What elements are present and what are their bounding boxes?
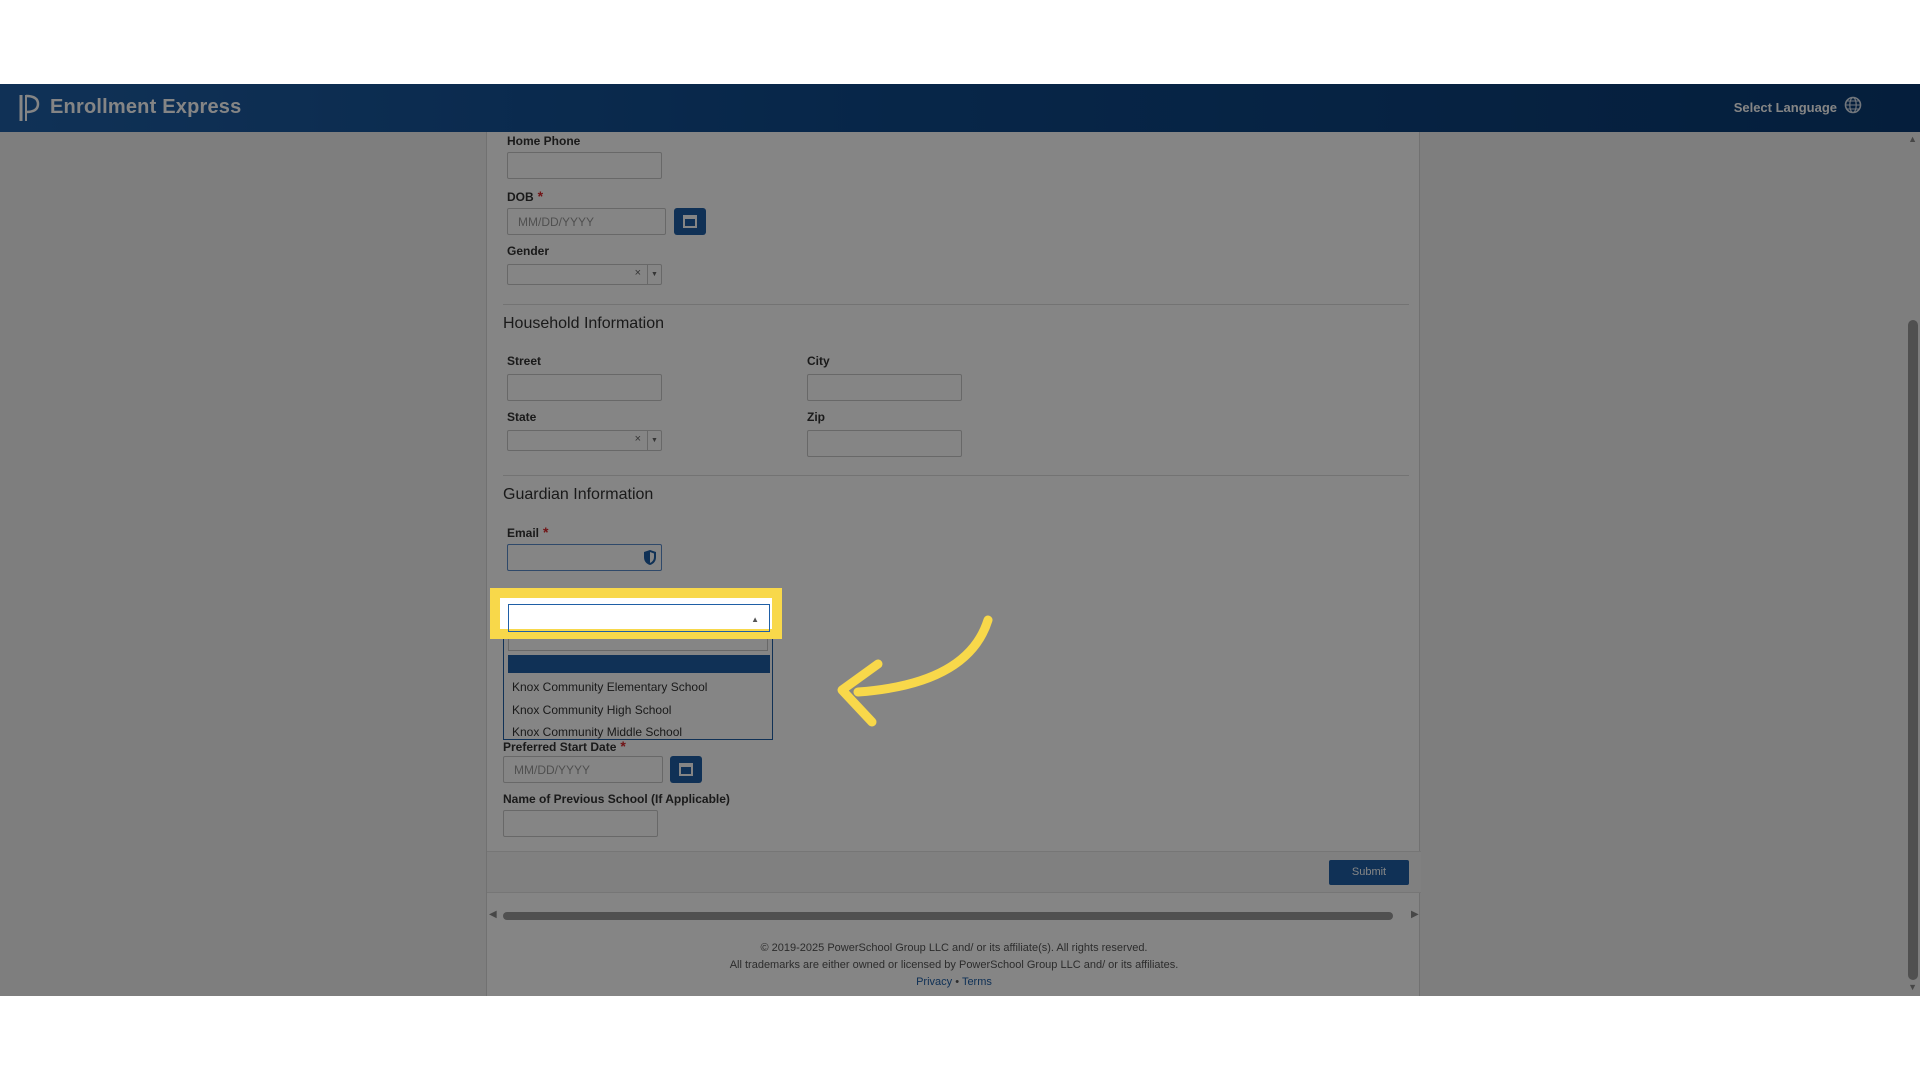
previous-school-label: Name of Previous School (If Applicable)	[503, 792, 730, 806]
dob-label: DOB *	[507, 188, 544, 204]
calendar-icon	[683, 215, 697, 228]
chevron-down-icon[interactable]: ▼	[647, 431, 661, 450]
select-language-link[interactable]: Select Language	[1734, 100, 1837, 115]
city-label: City	[807, 354, 830, 368]
highlighted-school-select[interactable]: ▲	[490, 588, 782, 639]
page-content: Home Phone DOB * MM/DD/YYYY Gender × ▼ Ho…	[0, 132, 1920, 996]
street-input[interactable]	[507, 374, 662, 401]
password-manager-shield-icon[interactable]	[643, 549, 657, 566]
vertical-scrollbar[interactable]: ▲ ▼	[1904, 132, 1920, 996]
enrollment-form-panel: Home Phone DOB * MM/DD/YYYY Gender × ▼ Ho…	[486, 132, 1421, 996]
email-input[interactable]	[507, 544, 662, 571]
vertical-scroll-thumb[interactable]	[1908, 320, 1918, 980]
submit-button[interactable]: Submit	[1329, 860, 1409, 885]
divider	[503, 475, 1409, 476]
tutorial-arrow-icon	[837, 615, 993, 727]
chevron-down-icon[interactable]: ▼	[647, 265, 661, 284]
copyright-line-2: All trademarks are either owned or licen…	[729, 959, 1179, 971]
dob-calendar-button[interactable]	[674, 208, 706, 235]
link-separator: •	[955, 976, 960, 988]
gender-label: Gender	[507, 244, 550, 258]
clear-icon[interactable]: ×	[635, 267, 641, 279]
powerschool-logo-icon	[19, 94, 40, 121]
clear-icon[interactable]: ×	[635, 433, 641, 445]
start-date-calendar-button[interactable]	[670, 756, 702, 783]
scroll-right-arrow-icon[interactable]: ▶	[1411, 909, 1419, 920]
divider	[503, 304, 1409, 305]
chevron-up-icon[interactable]: ▲	[751, 615, 759, 624]
dob-input[interactable]: MM/DD/YYYY	[507, 208, 666, 235]
zip-input[interactable]	[807, 430, 962, 457]
calendar-icon	[679, 763, 693, 776]
privacy-link[interactable]: Privacy	[916, 976, 952, 988]
horizontal-scrollbar[interactable]	[503, 912, 1393, 920]
terms-link[interactable]: Terms	[962, 976, 992, 988]
app-title: Enrollment Express	[50, 96, 242, 118]
copyright-line-1: © 2019-2025 PowerSchool Group LLC and/ o…	[760, 942, 1148, 954]
start-date-input[interactable]: MM/DD/YYYY	[503, 756, 663, 783]
previous-school-input[interactable]	[503, 810, 658, 837]
form-action-bar: Submit	[487, 851, 1421, 893]
top-navigation-bar: Enrollment Express Select Language	[0, 84, 1920, 132]
school-select-input[interactable]: ▲	[508, 604, 770, 632]
dropdown-option[interactable]: Knox Community Middle School	[512, 725, 682, 739]
zip-label: Zip	[807, 410, 825, 424]
scroll-left-arrow-icon[interactable]: ◀	[489, 909, 497, 920]
guardian-section-title: Guardian Information	[503, 486, 654, 503]
household-section-title: Household Information	[503, 315, 664, 332]
gender-select[interactable]: × ▼	[507, 264, 662, 285]
start-date-label: Preferred Start Date *	[503, 738, 626, 754]
state-select[interactable]: × ▼	[507, 430, 662, 451]
email-label: Email *	[507, 524, 549, 540]
city-input[interactable]	[807, 374, 962, 401]
footer-copyright: © 2019-2025 PowerSchool Group LLC and/ o…	[487, 940, 1421, 991]
home-phone-input[interactable]	[507, 152, 662, 179]
scroll-up-arrow-icon[interactable]: ▲	[1908, 134, 1917, 144]
state-label: State	[507, 410, 537, 424]
browser-viewport: Enrollment Express Select Language Home …	[0, 84, 1920, 996]
globe-icon[interactable]	[1844, 96, 1862, 114]
dropdown-option-empty-selected[interactable]	[508, 655, 770, 673]
street-label: Street	[507, 354, 542, 368]
scroll-down-arrow-icon[interactable]: ▼	[1908, 982, 1917, 992]
footer-links: Privacy • Terms	[487, 974, 1421, 991]
dropdown-option[interactable]: Knox Community Elementary School	[512, 680, 707, 694]
dropdown-option[interactable]: Knox Community High School	[512, 703, 671, 717]
home-phone-label: Home Phone	[507, 134, 581, 148]
